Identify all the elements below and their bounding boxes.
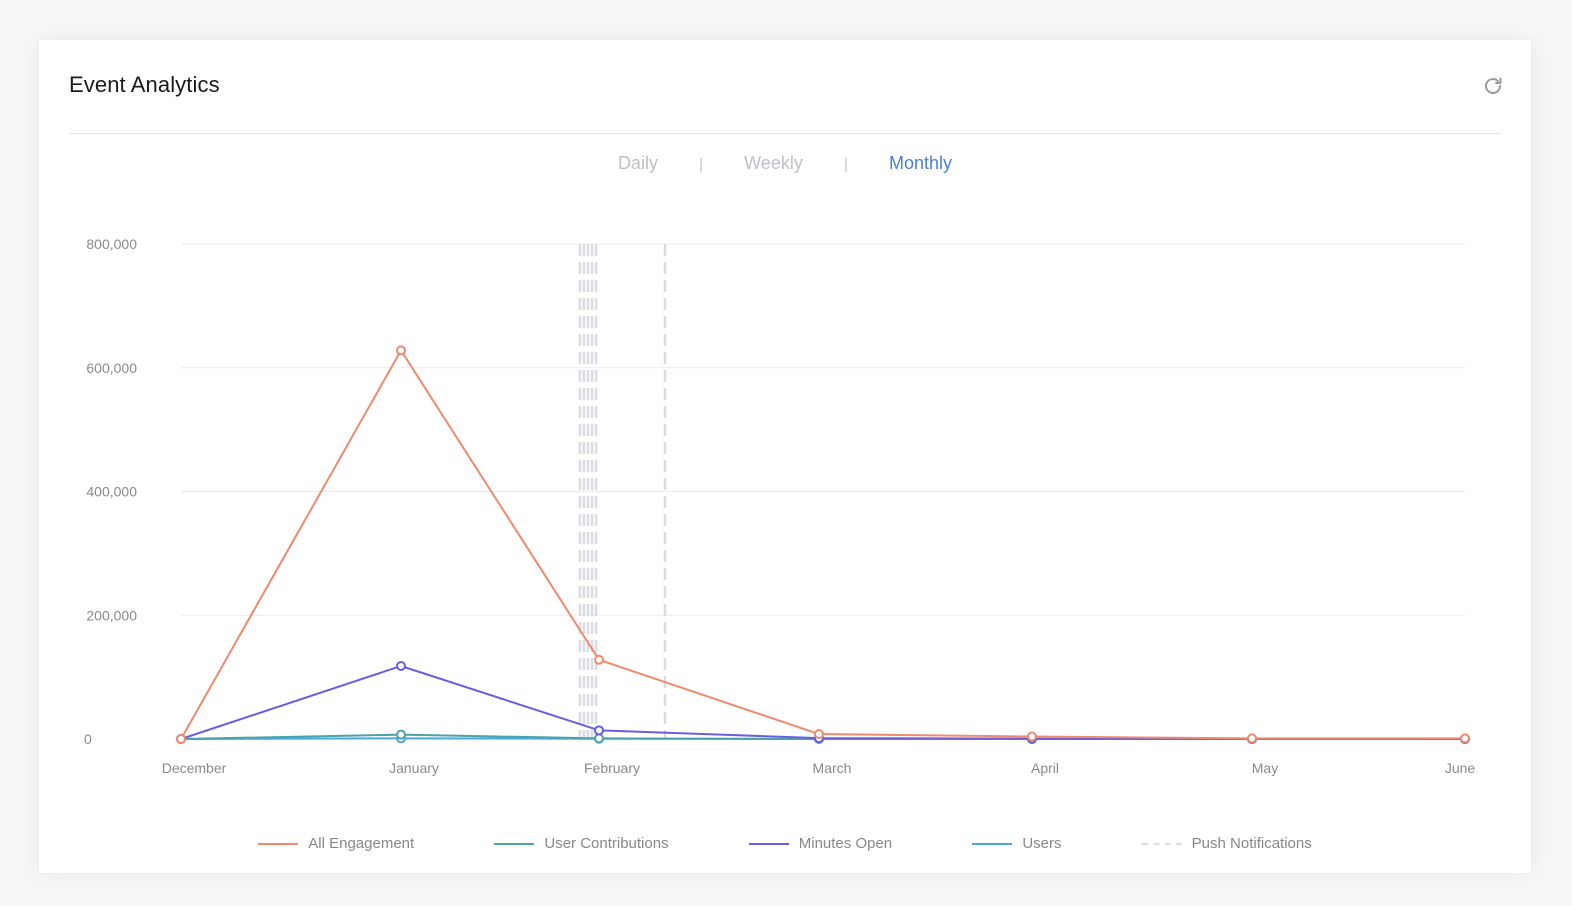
y-tick-label: 400,000: [86, 484, 137, 500]
data-point: [1460, 733, 1470, 744]
x-tick-label: December: [162, 760, 227, 776]
x-tick-label: April: [1031, 760, 1059, 776]
data-point: [176, 734, 186, 744]
x-tick-label: March: [813, 760, 852, 776]
data-point: [594, 733, 604, 744]
data-point: [396, 660, 406, 671]
legend-label: User Contributions: [544, 835, 669, 852]
legend-swatch: [494, 843, 535, 846]
legend-item-push-notifications[interactable]: Push Notifications: [1141, 835, 1312, 852]
data-point: [594, 654, 604, 665]
legend-swatch: [258, 843, 299, 846]
y-tick-label: 800,000: [86, 236, 137, 252]
y-tick-label: 600,000: [86, 360, 137, 376]
legend-label: Users: [1022, 835, 1062, 852]
legend-swatch: [1141, 843, 1182, 846]
legend-item-minutes-open[interactable]: Minutes Open: [748, 835, 893, 852]
chart-legend: All Engagement User Contributions Minute…: [39, 835, 1531, 852]
x-tick-label: February: [584, 760, 640, 776]
x-tick-label: June: [1445, 760, 1476, 776]
legend-item-all-engagement[interactable]: All Engagement: [258, 835, 414, 852]
data-point: [814, 729, 824, 740]
x-tick-label: January: [389, 760, 439, 776]
event-analytics-card: Event Analytics Daily | Weekly | Monthly…: [38, 39, 1532, 874]
legend-item-users[interactable]: Users: [972, 835, 1061, 852]
legend-label: Push Notifications: [1191, 835, 1312, 852]
data-point: [396, 729, 406, 740]
y-tick-label: 0: [84, 731, 92, 747]
series-line-minutes-open: [180, 664, 1466, 740]
legend-label: Minutes Open: [798, 835, 893, 852]
y-tick-label: 200,000: [86, 607, 137, 623]
data-point: [594, 725, 604, 736]
legend-item-user-contributions[interactable]: User Contributions: [494, 835, 669, 852]
legend-label: All Engagement: [308, 835, 415, 852]
data-point: [1027, 731, 1037, 742]
data-point: [1247, 733, 1257, 744]
legend-swatch: [972, 843, 1013, 846]
x-tick-label: May: [1252, 760, 1278, 776]
line-chart: 800,000 600,000 400,000 200,000 0 December Jan…: [84, 236, 1476, 776]
legend-swatch: [748, 843, 789, 846]
data-point: [396, 345, 406, 356]
series-line-all-engagement: [180, 349, 1465, 740]
